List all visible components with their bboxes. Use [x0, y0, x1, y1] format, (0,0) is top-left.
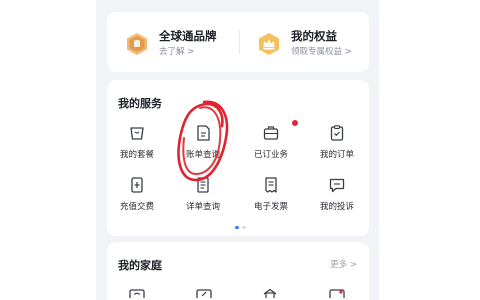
phone-screen: 全球通品牌 去了解 > 我的权益 领取专属权益 > 我的服务 我的套餐 账单查询…: [96, 0, 379, 300]
service-label: 账单查询: [185, 150, 220, 160]
more-link[interactable]: 更多 >: [330, 258, 357, 270]
service-e-invoice[interactable]: 电子发票: [241, 176, 301, 212]
service-my-complaints[interactable]: 我的投诉: [307, 176, 367, 212]
invoice-icon: [265, 177, 277, 193]
brand-link[interactable]: 去了解 >: [159, 46, 217, 58]
divider: [239, 30, 240, 54]
service-label: 充值交费: [119, 202, 154, 212]
pen-icon[interactable]: [195, 288, 213, 298]
wifi-icon[interactable]: [128, 288, 146, 298]
family-title: 我的家庭: [118, 259, 162, 272]
service-label: 已订业务: [253, 150, 288, 160]
rights-title: 我的权益: [291, 29, 337, 43]
briefcase-icon: [263, 126, 279, 140]
service-label: 我的投诉: [319, 202, 354, 212]
services-title: 我的服务: [118, 97, 162, 110]
bill-icon: [197, 125, 210, 141]
brand-entry[interactable]: 全球通品牌 去了解 >: [125, 29, 217, 58]
home-icon[interactable]: [261, 288, 279, 298]
left-background: [0, 0, 96, 300]
service-my-orders[interactable]: 我的订单: [307, 124, 367, 160]
rights-entry[interactable]: 我的权益 领取专属权益 >: [257, 29, 352, 58]
service-bill-query[interactable]: 账单查询: [173, 124, 233, 160]
family-card: 我的家庭 更多 >: [107, 242, 369, 300]
page-dot: [242, 226, 246, 229]
right-background: [379, 0, 480, 300]
service-label: 我的套餐: [119, 150, 154, 160]
service-label: 电子发票: [253, 202, 288, 212]
service-label: 我的订单: [319, 150, 354, 160]
service-my-package[interactable]: 我的套餐: [107, 124, 167, 160]
service-recharge[interactable]: 充值交费: [107, 176, 167, 212]
recharge-icon: [131, 177, 143, 193]
service-label: 详单查询: [185, 202, 220, 212]
service-detail-list[interactable]: 详单查询: [173, 176, 233, 212]
rights-link[interactable]: 领取专属权益 >: [291, 46, 352, 58]
brand-title: 全球通品牌: [159, 29, 217, 43]
complaint-icon: [329, 178, 345, 193]
service-subscribed[interactable]: 已订业务: [241, 124, 301, 160]
clipboard-icon: [330, 125, 344, 141]
detail-list-icon: [197, 177, 209, 193]
notification-badge: [292, 120, 298, 126]
services-card: 我的服务 我的套餐 账单查询 已订业务 我的订单 充值交费 详单查询 电子发票 …: [107, 80, 369, 236]
page-indicator: [235, 226, 246, 229]
brand-hexagon-icon: [127, 32, 147, 55]
crown-icon: [259, 32, 279, 55]
gallery-icon[interactable]: [328, 288, 346, 298]
bag-icon: [130, 127, 144, 140]
equity-card: 全球通品牌 去了解 > 我的权益 领取专属权益 >: [107, 12, 369, 72]
page-dot-active: [235, 226, 239, 229]
